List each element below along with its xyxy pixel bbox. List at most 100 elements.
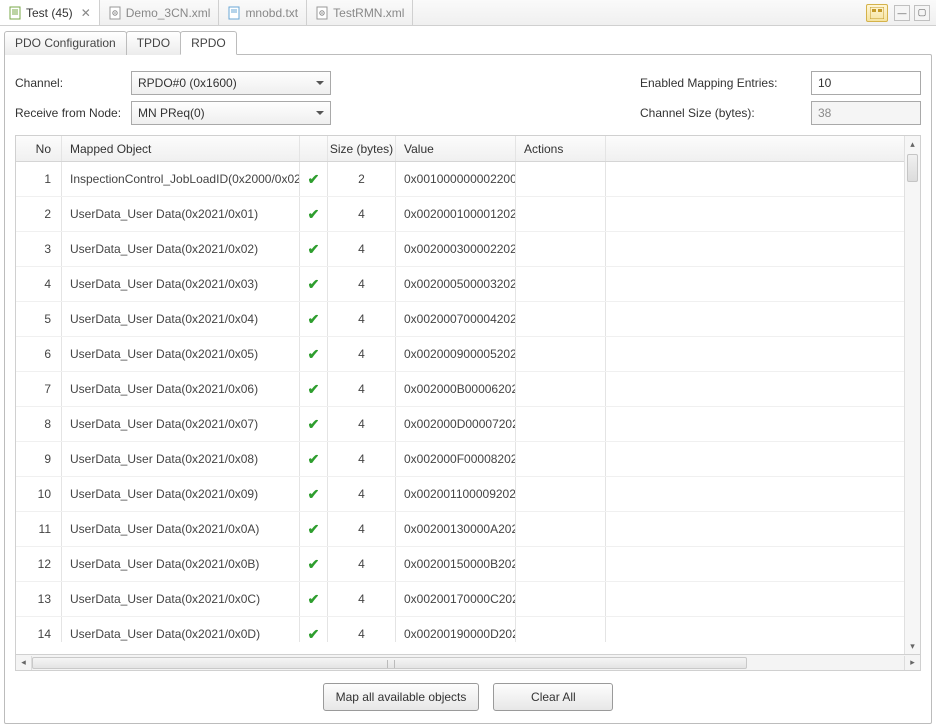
editor-tab[interactable]: TestRMN.xml [307, 0, 413, 25]
horizontal-scrollbar[interactable]: ◂ ▸ [15, 655, 921, 671]
cell-spacer [606, 407, 920, 441]
tab-pdo-configuration[interactable]: PDO Configuration [4, 31, 127, 55]
channel-combo[interactable]: RPDO#0 (0x1600) [131, 71, 331, 95]
clear-all-button[interactable]: Clear All [493, 683, 613, 711]
col-actions[interactable]: Actions [516, 136, 606, 161]
cell-mapped-object: UserData_User Data(0x2021/0x0D) [62, 617, 300, 642]
table-row[interactable]: 10UserData_User Data(0x2021/0x09)✔40x002… [16, 477, 920, 512]
cell-size: 4 [328, 442, 396, 476]
col-no[interactable]: No [16, 136, 62, 161]
table-row[interactable]: 12UserData_User Data(0x2021/0x0B)✔40x002… [16, 547, 920, 582]
minimize-button[interactable]: — [894, 5, 910, 21]
scroll-thumb-horizontal[interactable] [32, 657, 747, 669]
tab-rpdo[interactable]: RPDO [180, 31, 237, 55]
col-status[interactable] [300, 136, 328, 161]
file-icon [227, 6, 241, 20]
cell-status: ✔ [300, 442, 328, 476]
cell-spacer [606, 267, 920, 301]
cell-value: 0x0020001000012021 [396, 197, 516, 231]
check-icon: ✔ [308, 206, 320, 223]
cell-no: 2 [16, 197, 62, 231]
check-icon: ✔ [308, 521, 320, 538]
table-row[interactable]: 8UserData_User Data(0x2021/0x07)✔40x0020… [16, 407, 920, 442]
check-icon: ✔ [308, 241, 320, 258]
enabled-entries-input[interactable]: 10 [811, 71, 921, 95]
receive-from-value: MN PReq(0) [138, 106, 205, 120]
cell-no: 9 [16, 442, 62, 476]
editor-tab-label: TestRMN.xml [333, 6, 404, 20]
col-size[interactable]: Size (bytes) [328, 136, 396, 161]
check-icon: ✔ [308, 591, 320, 608]
window-controls: — ▢ [866, 0, 936, 25]
scroll-right-button[interactable]: ▸ [904, 656, 920, 670]
cell-actions [516, 512, 606, 546]
table-row[interactable]: 14UserData_User Data(0x2021/0x0D)✔40x002… [16, 617, 920, 642]
map-all-button[interactable]: Map all available objects [323, 683, 480, 711]
mapping-table: No Mapped Object Size (bytes) Value Acti… [15, 135, 921, 655]
check-icon: ✔ [308, 346, 320, 363]
channel-size-label: Channel Size (bytes): [640, 106, 805, 120]
cell-status: ✔ [300, 407, 328, 441]
cell-actions [516, 442, 606, 476]
editor-tab[interactable]: Test (45)✕ [0, 0, 100, 25]
channel-value: RPDO#0 (0x1600) [138, 76, 237, 90]
rpdo-panel: Channel: RPDO#0 (0x1600) Enabled Mapping… [4, 54, 932, 724]
view-toolbar-button[interactable] [866, 4, 888, 22]
table-row[interactable]: 7UserData_User Data(0x2021/0x06)✔40x0020… [16, 372, 920, 407]
col-value[interactable]: Value [396, 136, 516, 161]
cell-status: ✔ [300, 547, 328, 581]
scroll-down-button[interactable]: ▾ [905, 638, 920, 654]
config-tab-bar: PDO Configuration TPDO RPDO [4, 30, 932, 54]
table-body: 1InspectionControl_JobLoadID(0x2000/0x02… [16, 162, 920, 642]
cell-mapped-object: UserData_User Data(0x2021/0x09) [62, 477, 300, 511]
scroll-up-button[interactable]: ▴ [905, 136, 920, 152]
check-icon: ✔ [308, 311, 320, 328]
editor-tab[interactable]: mnobd.txt [219, 0, 307, 25]
cell-no: 14 [16, 617, 62, 642]
cell-status: ✔ [300, 162, 328, 196]
channel-size-value: 38 [818, 106, 831, 120]
table-row[interactable]: 11UserData_User Data(0x2021/0x0A)✔40x002… [16, 512, 920, 547]
cell-size: 4 [328, 582, 396, 616]
cell-status: ✔ [300, 302, 328, 336]
check-icon: ✔ [308, 451, 320, 468]
cell-spacer [606, 197, 920, 231]
cell-value: 0x0020009000052021 [396, 337, 516, 371]
table-row[interactable]: 2UserData_User Data(0x2021/0x01)✔40x0020… [16, 197, 920, 232]
table-row[interactable]: 13UserData_User Data(0x2021/0x0C)✔40x002… [16, 582, 920, 617]
table-row[interactable]: 5UserData_User Data(0x2021/0x04)✔40x0020… [16, 302, 920, 337]
col-spacer [606, 136, 920, 161]
editor-tab[interactable]: Demo_3CN.xml [100, 0, 220, 25]
cell-no: 5 [16, 302, 62, 336]
cell-no: 8 [16, 407, 62, 441]
receive-from-combo[interactable]: MN PReq(0) [131, 101, 331, 125]
table-row[interactable]: 9UserData_User Data(0x2021/0x08)✔40x0020… [16, 442, 920, 477]
vertical-scrollbar[interactable]: ▴ ▾ [904, 136, 920, 654]
cell-actions [516, 477, 606, 511]
cell-size: 4 [328, 372, 396, 406]
cell-value: 0x002000B000062021 [396, 372, 516, 406]
cell-status: ✔ [300, 197, 328, 231]
cell-mapped-object: UserData_User Data(0x2021/0x0B) [62, 547, 300, 581]
cell-value: 0x0020003000022021 [396, 232, 516, 266]
tab-tpdo[interactable]: TPDO [126, 31, 181, 55]
table-row[interactable]: 4UserData_User Data(0x2021/0x03)✔40x0020… [16, 267, 920, 302]
table-row[interactable]: 6UserData_User Data(0x2021/0x05)✔40x0020… [16, 337, 920, 372]
cell-mapped-object: UserData_User Data(0x2021/0x05) [62, 337, 300, 371]
table-row[interactable]: 1InspectionControl_JobLoadID(0x2000/0x02… [16, 162, 920, 197]
scroll-left-button[interactable]: ◂ [16, 656, 32, 670]
scroll-thumb-vertical[interactable] [907, 154, 918, 182]
cell-value: 0x00200190000D2021 [396, 617, 516, 642]
editor-tab-bar: Test (45)✕Demo_3CN.xmlmnobd.txt TestRMN.x… [0, 0, 936, 26]
table-row[interactable]: 3UserData_User Data(0x2021/0x02)✔40x0020… [16, 232, 920, 267]
maximize-button[interactable]: ▢ [914, 5, 930, 21]
close-icon[interactable]: ✕ [81, 6, 91, 20]
enabled-entries-value: 10 [818, 76, 831, 90]
cell-no: 4 [16, 267, 62, 301]
cell-size: 4 [328, 512, 396, 546]
cell-value: 0x0020007000042021 [396, 302, 516, 336]
col-mapped-object[interactable]: Mapped Object [62, 136, 300, 161]
scroll-track-horizontal[interactable] [32, 656, 904, 670]
table-header: No Mapped Object Size (bytes) Value Acti… [16, 136, 920, 162]
cell-actions [516, 407, 606, 441]
